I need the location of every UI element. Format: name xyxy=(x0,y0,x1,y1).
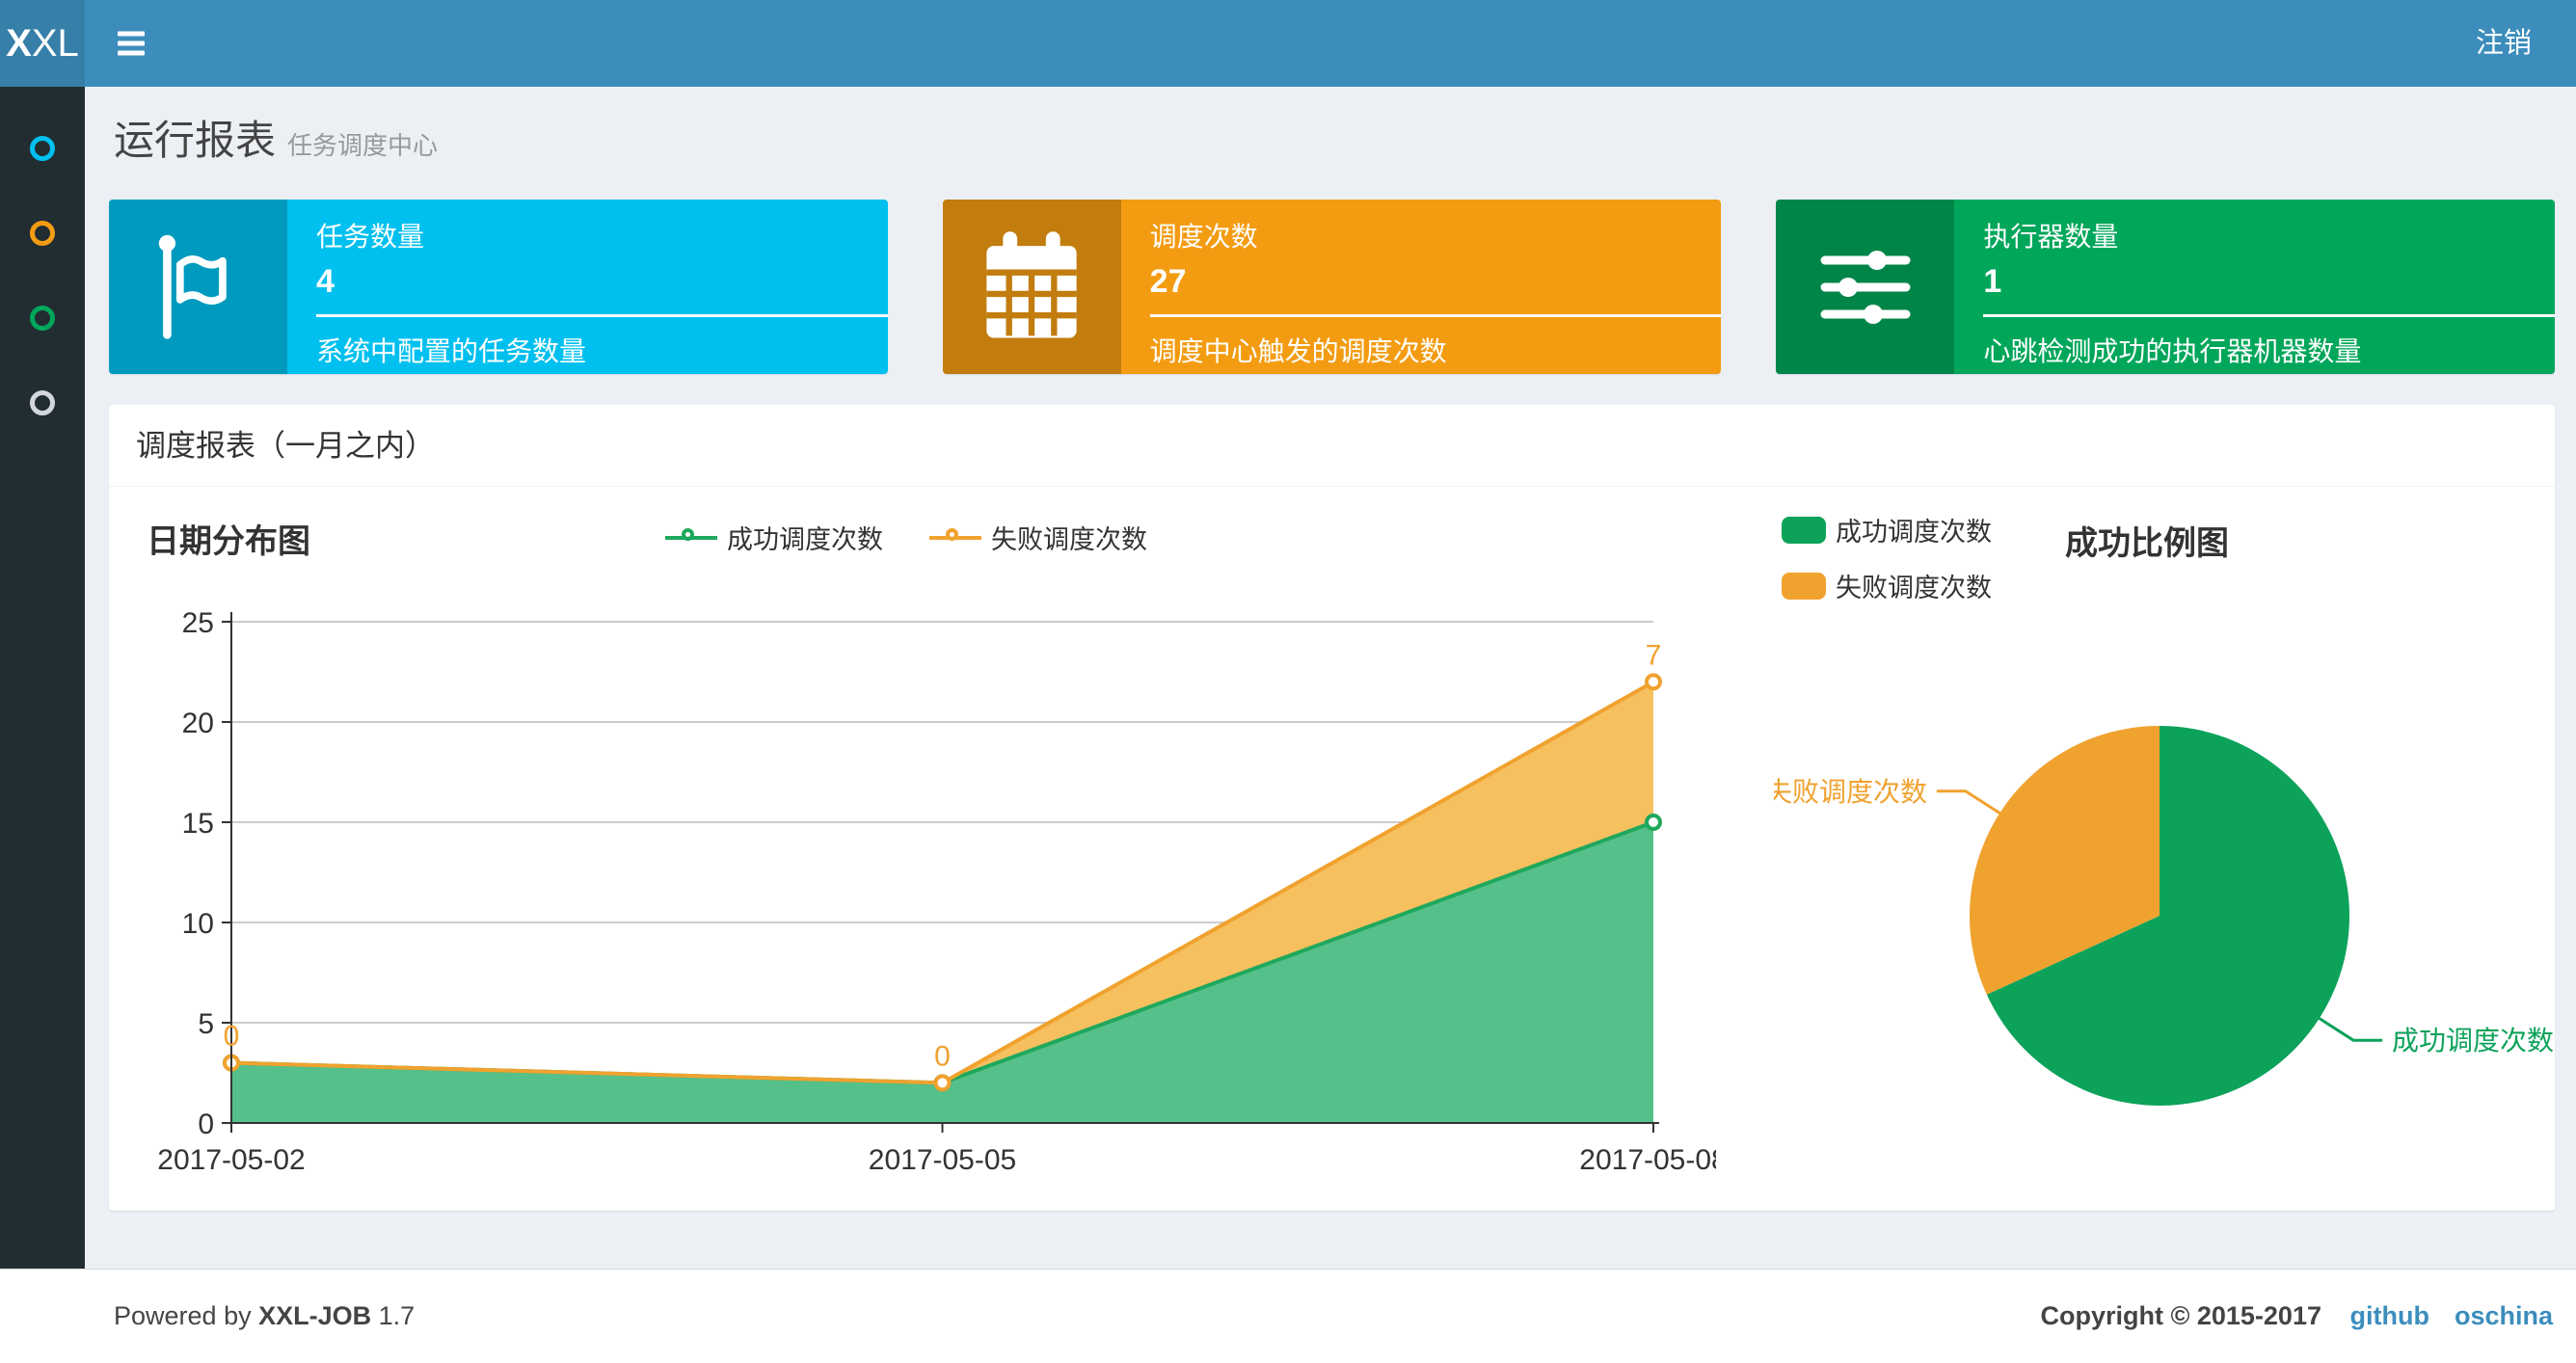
footer: Powered by XXL-JOB 1.7 Copyright © 2015-… xyxy=(0,1269,2576,1363)
divider xyxy=(1983,314,2555,317)
powered-by: Powered by XXL-JOB 1.7 xyxy=(114,1301,415,1331)
circle-o-icon xyxy=(30,306,55,331)
copyright: Copyright © 2015-2017 github oschina xyxy=(2040,1301,2553,1331)
legend-item-fail[interactable]: 失败调度次数 xyxy=(929,519,1147,556)
sidebar-item-2[interactable] xyxy=(0,202,85,264)
sidebar-toggle-icon[interactable] xyxy=(108,22,154,66)
svg-text:成功调度次数: 成功调度次数 xyxy=(2392,1026,2554,1056)
info-box-triggers: 调度次数 27 调度中心触发的调度次数 xyxy=(942,200,1722,374)
calendar-icon xyxy=(942,200,1121,374)
oschina-link[interactable]: oschina xyxy=(2455,1301,2553,1331)
panel-title: 调度报表（一月之内） xyxy=(109,405,2555,487)
info-box-value: 4 xyxy=(316,263,335,300)
info-box-title: 执行器数量 xyxy=(1983,222,2119,252)
svg-text:失败调度次数: 失败调度次数 xyxy=(1774,777,1927,807)
svg-text:15: 15 xyxy=(182,808,214,840)
line-marker-icon xyxy=(929,527,981,548)
copyright-text: Copyright © 2015-2017 xyxy=(2040,1301,2321,1330)
info-box-description: 系统中配置的任务数量 xyxy=(316,336,587,366)
logout-button[interactable]: 注销 xyxy=(2460,0,2547,87)
circle-o-icon xyxy=(30,390,55,415)
pie-chart-title: 成功比例图 xyxy=(2065,525,2229,562)
page-title: 运行报表 xyxy=(114,118,277,163)
swatch-icon xyxy=(1782,572,1826,600)
divider xyxy=(1149,314,1722,317)
circle-o-icon xyxy=(30,221,55,246)
svg-text:0: 0 xyxy=(934,1040,951,1072)
github-link[interactable]: github xyxy=(2350,1301,2429,1331)
sliders-icon xyxy=(1776,200,1955,374)
svg-text:10: 10 xyxy=(182,908,214,940)
svg-text:2017-05-02: 2017-05-02 xyxy=(157,1144,305,1176)
line-marker-icon xyxy=(665,527,717,548)
success-ratio-chart: 成功调度次数 失败调度次数 xyxy=(1774,726,2554,1106)
legend-label: 失败调度次数 xyxy=(1836,574,1992,602)
svg-text:20: 20 xyxy=(182,708,214,739)
page-header: 运行报表 任务调度中心 xyxy=(114,108,438,167)
info-box-jobs: 任务数量 4 系统中配置的任务数量 xyxy=(109,200,888,374)
legend-label: 成功调度次数 xyxy=(1836,518,1992,547)
app-logo[interactable]: X XL xyxy=(0,0,85,87)
legend-item-success[interactable]: 成功调度次数 xyxy=(1782,511,1992,548)
flag-icon xyxy=(109,200,287,374)
legend-item-success[interactable]: 成功调度次数 xyxy=(665,519,883,556)
svg-text:5: 5 xyxy=(198,1008,214,1040)
swatch-icon xyxy=(1782,516,1826,544)
powered-by-prefix: Powered by xyxy=(114,1301,252,1330)
sidebar xyxy=(0,87,85,1363)
sidebar-item-1[interactable] xyxy=(0,118,85,179)
info-box-executors: 执行器数量 1 心跳检测成功的执行器机器数量 xyxy=(1776,200,2555,374)
divider xyxy=(316,314,888,317)
info-box-value: 27 xyxy=(1149,263,1187,300)
sidebar-item-3[interactable] xyxy=(0,287,85,349)
info-box-value: 1 xyxy=(1983,263,2002,300)
info-box-description: 调度中心触发的调度次数 xyxy=(1149,336,1447,366)
product-name: XXL-JOB xyxy=(258,1301,372,1330)
hamburger-bar xyxy=(118,50,145,56)
product-version: 1.7 xyxy=(378,1301,416,1330)
page-subtitle: 任务调度中心 xyxy=(287,131,439,160)
svg-text:2017-05-08: 2017-05-08 xyxy=(1579,1144,1716,1176)
legend-label: 成功调度次数 xyxy=(727,525,883,554)
logo-rest-text: XL xyxy=(31,21,79,65)
info-box-content: 任务数量 4 系统中配置的任务数量 xyxy=(287,200,888,374)
legend-item-fail[interactable]: 失败调度次数 xyxy=(1782,567,1992,604)
hamburger-bar xyxy=(118,40,145,46)
svg-text:7: 7 xyxy=(1646,639,1662,671)
legend-label: 失败调度次数 xyxy=(991,525,1147,554)
info-box-content: 调度次数 27 调度中心触发的调度次数 xyxy=(1121,200,1722,374)
hamburger-bar xyxy=(118,31,145,37)
circle-o-icon xyxy=(30,136,55,161)
info-box-title: 任务数量 xyxy=(316,222,425,252)
pie-chart-legend: 成功调度次数 失败调度次数 xyxy=(1782,511,1992,623)
report-panel: 调度报表（一月之内） 日期分布图 成功调度次数 失败调度次数 0 5 10 15 20 2… xyxy=(109,405,2555,1211)
info-box-content: 执行器数量 1 心跳检测成功的执行器机器数量 xyxy=(1954,200,2555,374)
svg-text:0: 0 xyxy=(198,1109,214,1140)
info-box-description: 心跳检测成功的执行器机器数量 xyxy=(1983,336,2362,366)
svg-text:25: 25 xyxy=(182,607,214,639)
svg-text:2017-05-05: 2017-05-05 xyxy=(869,1144,1016,1176)
svg-text:0: 0 xyxy=(224,1021,240,1053)
line-chart-legend: 成功调度次数 失败调度次数 xyxy=(135,519,1677,556)
info-box-row: 任务数量 4 系统中配置的任务数量 调度次数 27 调度中心触发的调度次数 执行… xyxy=(109,200,2555,374)
sidebar-item-4[interactable] xyxy=(0,372,85,434)
logo-bold-text: X xyxy=(6,21,32,65)
info-box-title: 调度次数 xyxy=(1149,222,1258,252)
top-navbar: X XL 注销 xyxy=(0,0,2576,87)
date-distribution-chart: 05101520252017-05-02 2017-05-05 2017-05-08… xyxy=(157,607,1716,1176)
